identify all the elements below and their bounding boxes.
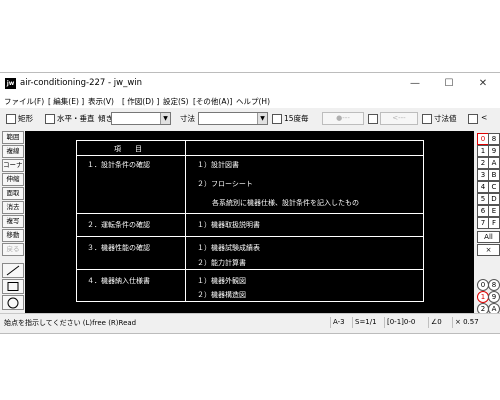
row-item: ４．機器納入仕様書 xyxy=(87,277,150,285)
arrow-checkbox[interactable] xyxy=(368,114,378,124)
menu-bar: ファイル(F) [ 編集(E) ] 表示(V) [ 作図(D) ] 設定(S) … xyxy=(0,95,500,108)
table-divider xyxy=(77,236,423,237)
less-label: < xyxy=(481,113,488,122)
dimval-checkbox[interactable] xyxy=(422,114,432,124)
all-layers-button[interactable]: All xyxy=(477,231,500,243)
table-divider xyxy=(77,269,423,270)
layer-group-button[interactable]: 9 xyxy=(488,145,500,157)
table-header: 項 目 xyxy=(114,145,142,153)
circle-icon xyxy=(7,297,19,309)
toolbar: 矩形 水平・垂直 傾き ▼ 寸法 ▼ 15度毎 ●--- <--- 寸法値 < xyxy=(0,109,500,128)
app-icon: jw xyxy=(5,78,16,89)
layer-group-button[interactable]: F xyxy=(488,217,500,229)
angle-readout[interactable]: ∠0 xyxy=(428,317,442,328)
erase-tool[interactable]: 消去 xyxy=(2,201,24,214)
layer-circle-button[interactable]: 9 xyxy=(488,291,500,303)
chevron-down-icon: ▼ xyxy=(257,113,267,124)
maximize-button[interactable]: ☐ xyxy=(432,74,466,94)
layer-group-button[interactable]: B xyxy=(488,169,500,181)
layer-group-button[interactable]: 8 xyxy=(488,133,500,145)
menu-other[interactable]: [その他(A)] xyxy=(193,96,232,107)
row-item: ３．機器性能の確認 xyxy=(87,244,150,252)
layer-group-button[interactable]: D xyxy=(488,193,500,205)
chevron-down-icon: ▼ xyxy=(160,113,170,124)
circle-tool[interactable] xyxy=(2,295,24,310)
title-bar: jw air-conditioning-227 - jw_win — ☐ ✕ xyxy=(0,73,500,95)
layer-circle-button[interactable]: 8 xyxy=(488,279,500,291)
status-bar: 始点を指示してください (L)free (R)Read A-3 S=1/1 [0… xyxy=(0,313,500,332)
menu-edit[interactable]: [ 編集(E) ] xyxy=(48,96,84,107)
status-message: 始点を指示してください (L)free (R)Read xyxy=(4,319,137,327)
move-tool[interactable]: 移動 xyxy=(2,229,24,242)
layer-group-button[interactable]: C xyxy=(488,181,500,193)
less-checkbox[interactable] xyxy=(468,114,478,124)
row-detail: ２）機器構造図 xyxy=(197,291,246,299)
row-detail: 各系統別に機器仕様、設計条件を記入したもの xyxy=(212,199,359,207)
row-item: ２．運転条件の確認 xyxy=(87,221,150,229)
layer-group-button[interactable]: A xyxy=(488,157,500,169)
dim-label: 寸法 xyxy=(180,114,195,123)
tilt-combo[interactable]: ▼ xyxy=(111,112,171,125)
menu-help[interactable]: ヘルプ(H) xyxy=(236,96,270,107)
app-window: jw air-conditioning-227 - jw_win — ☐ ✕ フ… xyxy=(0,72,500,334)
copy-tool[interactable]: 複写 xyxy=(2,215,24,228)
rect-checkbox[interactable] xyxy=(6,114,16,124)
offset-tool[interactable]: 複線 xyxy=(2,145,24,158)
range-tool[interactable]: 範囲 xyxy=(2,131,24,144)
menu-file[interactable]: ファイル(F) xyxy=(4,96,44,107)
hv-label: 水平・垂直 xyxy=(57,114,95,123)
chamfer-tool[interactable]: 面取 xyxy=(2,187,24,200)
undo-tool[interactable]: 戻る xyxy=(2,243,24,256)
row-detail: １）設計図書 xyxy=(197,161,239,169)
menu-settings[interactable]: 設定(S) xyxy=(163,96,189,107)
drawing-table: 項 目 １．設計条件の確認 １）設計図書 ２）フローシート 各系統別に機器仕様、… xyxy=(76,140,424,302)
row-detail: １）機器試験成績表 xyxy=(197,244,260,252)
menu-draw[interactable]: [ 作図(D) ] xyxy=(122,96,159,107)
line-icon xyxy=(6,265,20,276)
rectangle-tool[interactable] xyxy=(2,279,24,294)
rectangle-icon xyxy=(7,282,19,291)
table-divider xyxy=(77,155,423,156)
rect-label: 矩形 xyxy=(18,114,33,123)
scale-readout[interactable]: S=1/1 xyxy=(352,317,377,328)
row-detail: ２）能力計算書 xyxy=(197,259,246,267)
row-detail: １）機器取扱説明書 xyxy=(197,221,260,229)
menu-view[interactable]: 表示(V) xyxy=(88,96,114,107)
zoom-readout[interactable]: × 0.57 xyxy=(452,317,479,328)
layer-x-button[interactable]: × xyxy=(477,244,500,256)
drawing-canvas[interactable]: 項 目 １．設計条件の確認 １）設計図書 ２）フローシート 各系統別に機器仕様、… xyxy=(25,131,474,313)
disabled-arrow-box: <--- xyxy=(380,112,418,125)
disabled-point-box: ●--- xyxy=(322,112,364,125)
table-divider xyxy=(185,141,186,301)
close-button[interactable]: ✕ xyxy=(466,74,500,94)
line-tool[interactable] xyxy=(2,263,24,278)
row-detail: １）機器外観図 xyxy=(197,277,246,285)
paper-size[interactable]: A-3 xyxy=(330,317,345,328)
layer-group-button[interactable]: E xyxy=(488,205,500,217)
dim-combo[interactable]: ▼ xyxy=(198,112,268,125)
row-item: １．設計条件の確認 xyxy=(87,161,150,169)
window-title: air-conditioning-227 - jw_win xyxy=(20,78,143,88)
row-detail: ２）フローシート xyxy=(197,180,253,188)
deg15-label: 15度毎 xyxy=(284,114,309,123)
minimize-button[interactable]: — xyxy=(398,74,432,94)
hv-checkbox[interactable] xyxy=(45,114,55,124)
table-divider xyxy=(77,213,423,214)
deg15-checkbox[interactable] xyxy=(272,114,282,124)
layer-readout[interactable]: [0-1]0-0 xyxy=(384,317,415,328)
corner-tool[interactable]: コーナー xyxy=(2,159,24,172)
stretch-tool[interactable]: 伸縮 xyxy=(2,173,24,186)
dimval-label: 寸法値 xyxy=(434,114,457,123)
